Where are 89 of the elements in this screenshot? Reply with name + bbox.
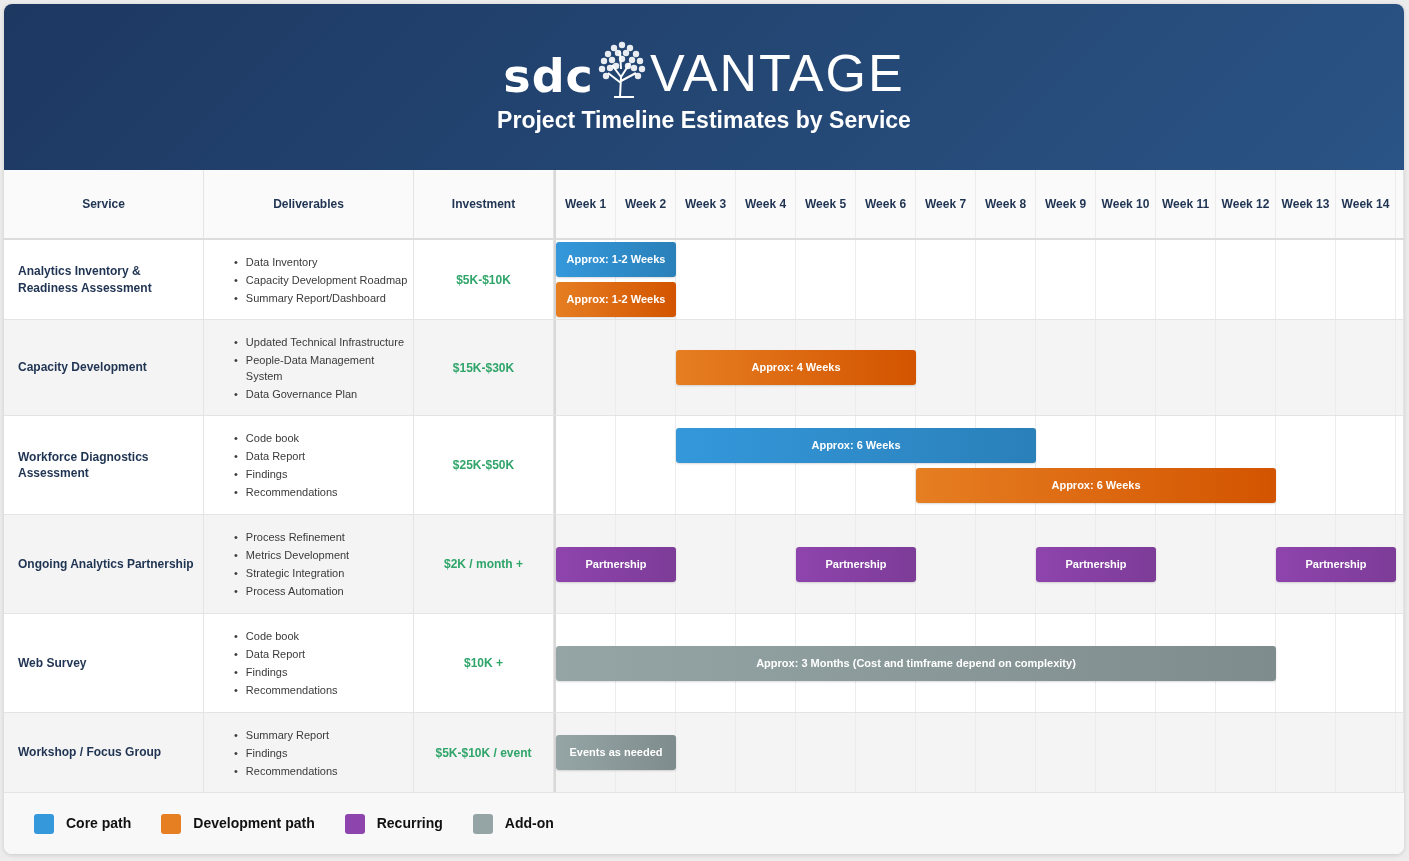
- page-title: Project Timeline Estimates by Service: [497, 107, 911, 135]
- investment-amount: $25K-$50K: [452, 457, 515, 474]
- bullet-mark: •: [234, 254, 238, 270]
- timeline-bar: Approx: 3 Months (Cost and timframe depend on complexity): [556, 645, 1276, 681]
- bullet-mark: •: [234, 665, 238, 680]
- bullet-mark: •: [234, 683, 238, 698]
- investment-amount: $10K +: [464, 655, 503, 672]
- timeline-bar: Approx: 4 Weeks: [676, 350, 916, 385]
- week-header: Week 5: [796, 170, 856, 238]
- deliverable-item: Process Refinement: [245, 530, 345, 545]
- week-header: Week 9: [1036, 170, 1096, 238]
- column-header: Deliverables: [204, 170, 414, 238]
- logo-name: VANTAGE: [649, 47, 905, 100]
- week-header: Week 6: [856, 170, 916, 238]
- deliverable-item: Summary Report: [245, 727, 329, 743]
- timeline-bar: Approx: 6 Weeks: [916, 467, 1276, 503]
- week-header: Week 10: [1096, 170, 1156, 238]
- deliverable-item: Recommendations: [245, 763, 338, 779]
- bullet-mark: •: [234, 352, 238, 368]
- bullet-mark: •: [234, 566, 238, 581]
- week-header: Week 7: [916, 170, 976, 238]
- bullet-mark: •: [234, 272, 238, 288]
- bullet-mark: •: [234, 727, 238, 743]
- deliverable-item: Code book: [245, 431, 300, 446]
- deliverable-item: Process Automation: [245, 584, 344, 599]
- bullet-mark: •: [234, 290, 238, 306]
- deliverable-item: Summary Report/Dashboard: [245, 290, 386, 306]
- deliverable-item: Updated Technical Infrastructure: [245, 334, 405, 350]
- deliverable-item: People-Data Management System: [245, 352, 376, 384]
- investment-amount: $5K-$10K: [456, 271, 511, 289]
- deliverable-item: Findings: [245, 467, 288, 482]
- deliverable-item: Metrics Development: [245, 548, 350, 563]
- investment-amount: $5K-$10K / event: [435, 744, 532, 762]
- week-header: Week 1: [556, 170, 616, 238]
- legend-label: Development path: [193, 814, 315, 833]
- week-header: Week 3: [676, 170, 736, 238]
- investment-amount: $15K-$30K: [452, 359, 515, 377]
- deliverable-item: Data Report: [245, 449, 306, 464]
- column-header: Investment: [414, 170, 554, 238]
- service-name: Analytics Inventory & Readiness Assessment: [18, 263, 153, 296]
- timeline-bar: Partnership: [796, 546, 916, 582]
- service-name: Workshop / Focus Group: [18, 744, 162, 761]
- deliverable-item: Data Governance Plan: [245, 386, 358, 402]
- deliverable-item: Code book: [245, 629, 300, 644]
- deliverable-item: Data Report: [245, 647, 306, 662]
- timeline-bar: Events as needed: [556, 735, 676, 770]
- legend-label: Recurring: [376, 814, 443, 833]
- bullet-mark: •: [234, 449, 238, 464]
- service-name: Workforce Diagnostics Assessment: [18, 448, 150, 482]
- bullet-mark: •: [234, 530, 238, 545]
- week-header: Week 11: [1156, 170, 1216, 238]
- bullet-mark: •: [234, 334, 238, 350]
- bullet-mark: •: [234, 386, 238, 402]
- timeline-bar: Partnership: [1036, 546, 1156, 582]
- week-header: Week 4: [736, 170, 796, 238]
- bullet-mark: •: [234, 467, 238, 482]
- column-header: Service: [4, 170, 204, 238]
- bullet-mark: •: [234, 629, 238, 644]
- timeline-bar: Approx: 1-2 Weeks: [556, 242, 676, 277]
- week-header: Week 13: [1276, 170, 1336, 238]
- deliverable-item: Data Inventory: [245, 254, 318, 270]
- legend-label: Core path: [66, 814, 132, 833]
- service-name: Capacity Development: [18, 359, 147, 376]
- bullet-mark: •: [234, 548, 238, 563]
- bullet-mark: •: [234, 584, 238, 599]
- bullet-mark: •: [234, 485, 238, 500]
- deliverable-item: Findings: [245, 745, 288, 761]
- bullet-mark: •: [234, 745, 238, 761]
- week-header: Week 14: [1336, 170, 1396, 238]
- timeline-bar: Approx: 6 Weeks: [676, 427, 1036, 463]
- timeline-bar: Partnership: [1276, 546, 1396, 582]
- service-name: Web Survey: [18, 654, 87, 672]
- deliverable-item: Capacity Development Roadmap: [245, 272, 408, 288]
- deliverable-item: Recommendations: [245, 683, 338, 698]
- timeline-bar: Partnership: [556, 546, 676, 582]
- service-name: Ongoing Analytics Partnership: [18, 555, 194, 573]
- bullet-mark: •: [234, 431, 238, 446]
- bullet-mark: •: [234, 647, 238, 662]
- timeline-bar: Approx: 1-2 Weeks: [556, 282, 676, 317]
- deliverable-item: Findings: [245, 665, 288, 680]
- bullet-mark: •: [234, 763, 238, 779]
- week-header: Week 8: [976, 170, 1036, 238]
- week-header: Week 2: [616, 170, 676, 238]
- legend-label: Add-on: [504, 814, 554, 833]
- logo-brand: sdc: [503, 53, 594, 100]
- deliverable-item: Recommendations: [245, 485, 338, 500]
- investment-amount: $2K / month +: [444, 556, 523, 573]
- week-header: Week 12: [1216, 170, 1276, 238]
- deliverable-item: Strategic Integration: [245, 566, 345, 581]
